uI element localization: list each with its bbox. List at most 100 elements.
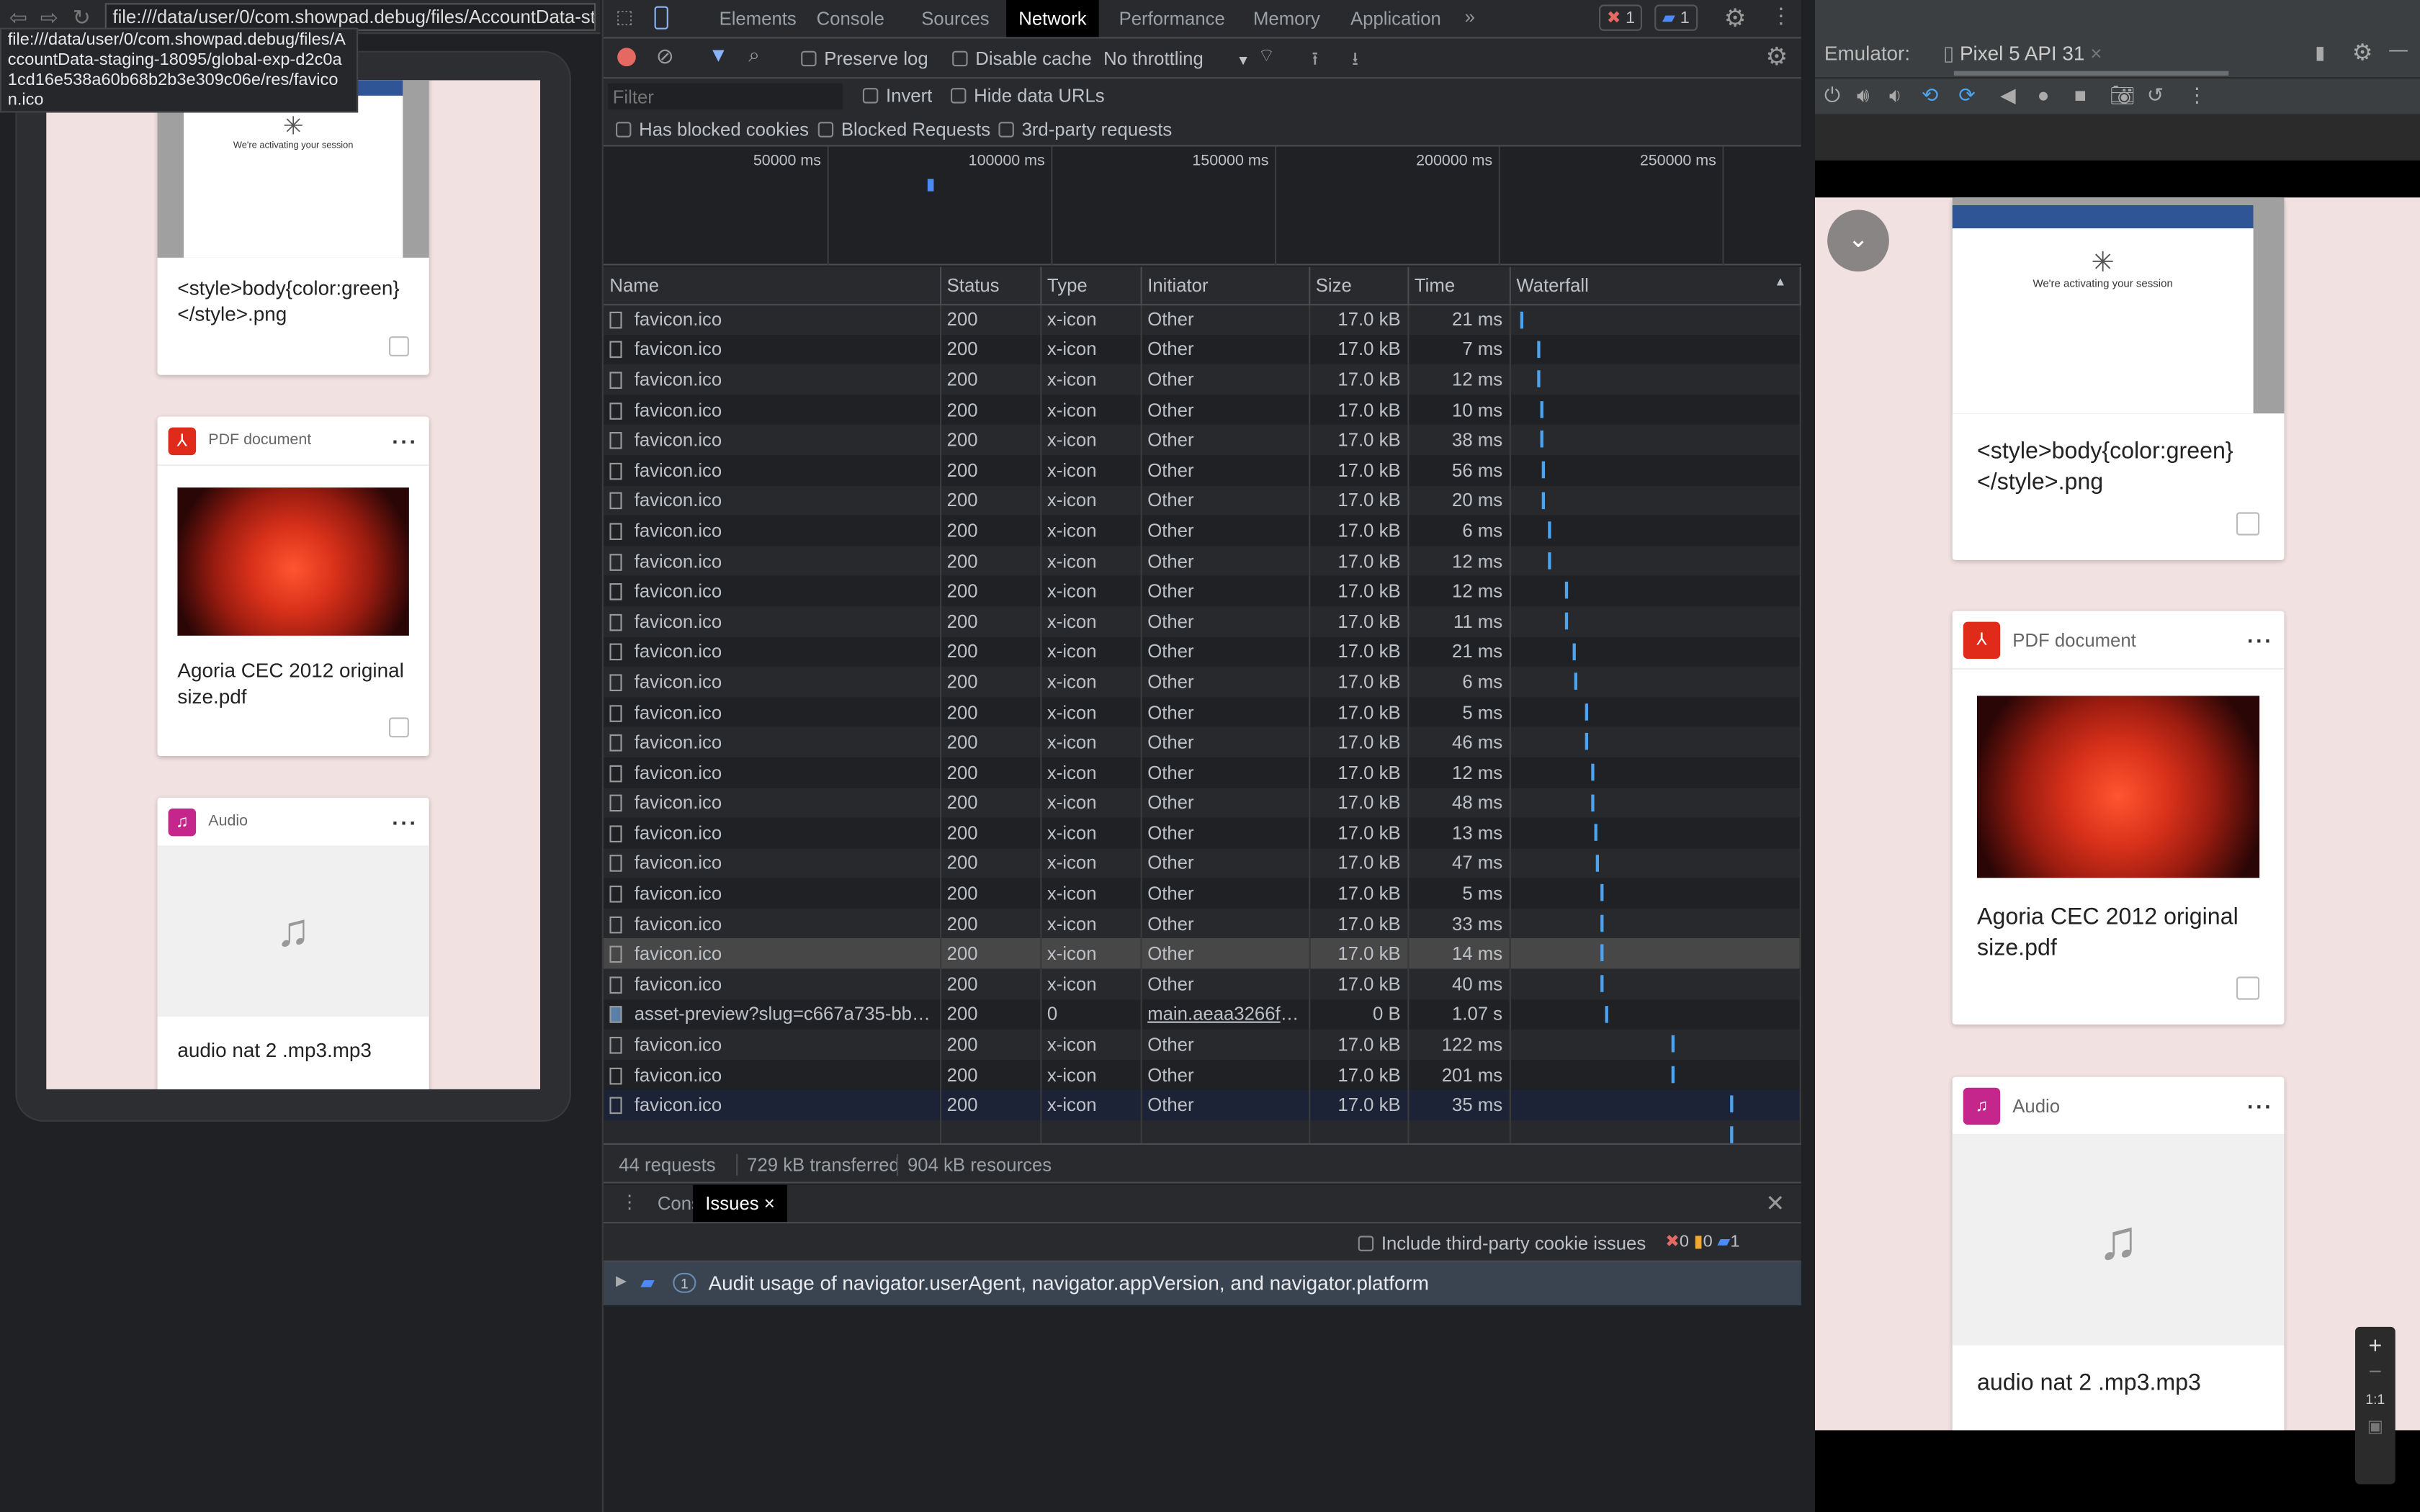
close-drawer-icon[interactable]: ✕ xyxy=(1765,1189,1785,1217)
inspect-element-icon[interactable]: ⬚ xyxy=(616,6,633,28)
screenshot-icon[interactable]: 📷︎ xyxy=(2110,84,2135,108)
device-tab[interactable]: ▯ Pixel 5 API 31 × xyxy=(1943,42,2102,66)
import-har-icon[interactable]: ⭱ xyxy=(1312,45,1318,77)
request-row[interactable]: favicon.ico 200 x-icon Other 17.0 kB 14 ms xyxy=(603,938,1801,969)
issue-row[interactable]: ▶ ▰ 1 Audit usage of navigator.userAgent… xyxy=(603,1261,1801,1305)
snapshot-icon[interactable]: ↺ xyxy=(2147,84,2164,108)
asset-card[interactable]: ✳ We're activating your session <style>b… xyxy=(1952,197,2285,560)
power-icon[interactable]: ⏻ xyxy=(1824,84,1840,108)
request-row[interactable]: favicon.ico 200 x-icon Other 17.0 kB 11 ms xyxy=(603,606,1801,636)
back-icon[interactable]: ⇦ xyxy=(9,4,27,30)
has-blocked-cookies-checkbox[interactable]: Has blocked cookies xyxy=(616,119,809,140)
request-row[interactable]: favicon.ico 200 x-icon Other 17.0 kB 56 ms xyxy=(603,455,1801,486)
export-har-icon[interactable]: ⭳ xyxy=(1352,45,1358,77)
chevron-down-icon[interactable]: ⌄ xyxy=(1827,210,1889,272)
column-header-type[interactable]: Type xyxy=(1040,266,1142,305)
select-checkbox[interactable] xyxy=(389,336,409,356)
request-row[interactable]: favicon.ico 200 x-icon Other 17.0 kB 47 ms xyxy=(603,847,1801,878)
column-header-waterfall[interactable]: Waterfall ▲ xyxy=(1509,266,1801,305)
url-input[interactable]: file:///data/user/0/com.showpad.debug/fi… xyxy=(104,3,596,31)
drawer-tab-issues[interactable]: Issues × xyxy=(693,1184,787,1223)
rotate-right-icon[interactable]: ⟳ xyxy=(1958,84,1975,108)
tab-memory[interactable]: Memory xyxy=(1241,0,1332,37)
request-row[interactable]: favicon.ico 200 x-icon Other 17.0 kB 5 ms xyxy=(603,696,1801,727)
third-party-requests-checkbox[interactable]: 3rd-party requests xyxy=(998,119,1172,140)
asset-card[interactable]: ♫ Audio ··· ♫ audio nat 2 .mp3.mp3 xyxy=(1952,1076,2285,1431)
tab-console[interactable]: Console xyxy=(804,0,897,37)
column-header-time[interactable]: Time xyxy=(1407,266,1510,305)
search-icon[interactable]: ⌕ xyxy=(748,43,760,68)
request-row[interactable]: favicon.ico 200 x-icon Other 17.0 kB 12 ms xyxy=(603,364,1801,395)
clear-icon[interactable]: ⊘ xyxy=(656,43,674,69)
request-row[interactable]: favicon.ico 200 x-icon Other 17.0 kB 13 ms xyxy=(603,817,1801,848)
drawer-menu-icon[interactable]: ⋮ xyxy=(620,1191,639,1212)
more-options-icon[interactable]: ··· xyxy=(2247,1093,2273,1117)
zoom-reset-button[interactable]: 1:1 xyxy=(2355,1392,2396,1407)
request-row[interactable]: favicon.ico 200 x-icon Other 17.0 kB 122 ms xyxy=(603,1029,1801,1060)
select-checkbox[interactable] xyxy=(2236,512,2260,536)
request-row[interactable]: favicon.ico 200 x-icon Other 17.0 kB 5 ms xyxy=(603,878,1801,909)
preserve-log-checkbox[interactable]: Preserve log xyxy=(801,48,928,69)
message-count-badge[interactable]: ▰ 1 xyxy=(1654,4,1698,31)
tab-elements[interactable]: Elements xyxy=(707,0,808,37)
reload-icon[interactable]: ↻ xyxy=(73,4,91,30)
tab-application[interactable]: Application xyxy=(1338,0,1453,37)
request-row[interactable]: favicon.ico 200 x-icon Other 17.0 kB 7 ms xyxy=(603,334,1801,365)
request-row[interactable]: favicon.ico 200 x-icon Other 17.0 kB 201 ms xyxy=(603,1059,1801,1090)
zoom-in-icon[interactable]: + xyxy=(2355,1333,2396,1359)
settings-icon[interactable]: ⚙ xyxy=(2352,39,2373,66)
emulator-screen[interactable]: ⌄ ✳ We're activating your session <style… xyxy=(1815,197,2420,1431)
tab-network[interactable]: Network xyxy=(1006,0,1099,37)
more-options-icon[interactable]: ··· xyxy=(2247,627,2273,652)
request-row[interactable]: favicon.ico 200 x-icon Other 17.0 kB 6 ms xyxy=(603,516,1801,546)
request-row[interactable]: favicon.ico 200 x-icon Other 17.0 kB 6 ms xyxy=(603,666,1801,697)
request-row[interactable]: asset-preview?slug=c667a735-bb4... 200 0 ma… xyxy=(603,999,1801,1030)
request-row[interactable]: favicon.ico 200 x-icon Other 17.0 kB 21 ms xyxy=(603,304,1801,335)
zoom-out-icon[interactable]: − xyxy=(2355,1359,2396,1385)
error-count-badge[interactable]: ✖ 1 xyxy=(1599,4,1643,31)
column-header-initiator[interactable]: Initiator xyxy=(1140,266,1310,305)
column-header-size[interactable]: Size xyxy=(1309,266,1409,305)
request-row[interactable]: favicon.ico 200 x-icon Other 17.0 kB 21 ms xyxy=(603,636,1801,667)
request-row[interactable]: favicon.ico 200 x-icon Other 17.0 kB 12 ms xyxy=(603,576,1801,607)
tab-performance[interactable]: Performance xyxy=(1106,0,1237,37)
home-icon[interactable]: ● xyxy=(2038,84,2050,107)
include-third-party-checkbox[interactable]: Include third-party cookie issues xyxy=(1358,1233,1646,1254)
more-menu-icon[interactable]: ⋮ xyxy=(1770,3,1792,29)
request-row[interactable]: favicon.ico 200 x-icon Other 17.0 kB 35 ms xyxy=(603,1089,1801,1120)
request-row[interactable]: favicon.ico 200 x-icon Other 17.0 kB 38 ms xyxy=(603,425,1801,456)
record-icon[interactable] xyxy=(617,48,636,67)
volume-up-icon[interactable]: 🔊︎ xyxy=(1857,84,1870,108)
blocked-requests-checkbox[interactable]: Blocked Requests xyxy=(817,119,990,140)
issue-counts[interactable]: ✖0 ▮0 ▰1 xyxy=(1665,1231,1739,1251)
overview-icon[interactable]: ■ xyxy=(2074,84,2087,107)
sort-ascending-icon[interactable]: ▲ xyxy=(1774,274,1786,288)
rotate-left-icon[interactable]: ⟲ xyxy=(1922,84,1938,108)
hide-data-urls-checkbox[interactable]: Hide data URLs xyxy=(951,85,1105,107)
request-row[interactable]: favicon.ico 200 x-icon Other 17.0 kB 33 ms xyxy=(603,908,1801,939)
request-row[interactable]: favicon.ico 200 x-icon Other 17.0 kB 12 ms xyxy=(603,757,1801,788)
volume-down-icon[interactable]: 🔉︎ xyxy=(1889,84,1902,108)
network-conditions-icon[interactable]: ⌔ xyxy=(1258,45,1275,68)
close-tab-icon[interactable]: × xyxy=(764,1192,775,1214)
filter-icon[interactable]: ▼ xyxy=(709,43,729,66)
tab-sources[interactable]: Sources xyxy=(909,0,1002,37)
column-header-status[interactable]: Status xyxy=(940,266,1041,305)
expand-icon[interactable]: ▶ xyxy=(616,1273,627,1290)
request-row[interactable]: favicon.ico 200 x-icon Other 17.0 kB 46 ms xyxy=(603,726,1801,757)
throttling-select[interactable]: No throttling ▼ xyxy=(1103,48,1250,69)
asset-card[interactable]: ⅄ PDF document ··· Agoria CEC 2012 origina… xyxy=(157,416,429,756)
device-toolbar-icon[interactable] xyxy=(654,6,668,30)
column-header-name[interactable]: Name xyxy=(603,266,941,305)
request-row[interactable]: favicon.ico 200 x-icon Other 17.0 kB 48 ms xyxy=(603,787,1801,818)
layout-icon[interactable]: ▮ xyxy=(2315,42,2325,63)
more-icon[interactable]: ⋮ xyxy=(2187,84,2207,108)
back-icon[interactable]: ◀ xyxy=(2000,84,2015,108)
select-checkbox[interactable] xyxy=(2236,976,2260,1000)
initiator[interactable]: main.aeaa3266f8... xyxy=(1140,999,1310,1030)
minimize-icon[interactable]: — xyxy=(2389,39,2408,60)
close-tab-icon[interactable]: × xyxy=(2090,42,2102,65)
disable-cache-checkbox[interactable]: Disable cache xyxy=(952,48,1092,69)
request-row[interactable]: favicon.ico 200 x-icon Other 17.0 kB 40 ms xyxy=(603,968,1801,999)
settings-icon[interactable]: ⚙ xyxy=(1724,3,1747,34)
